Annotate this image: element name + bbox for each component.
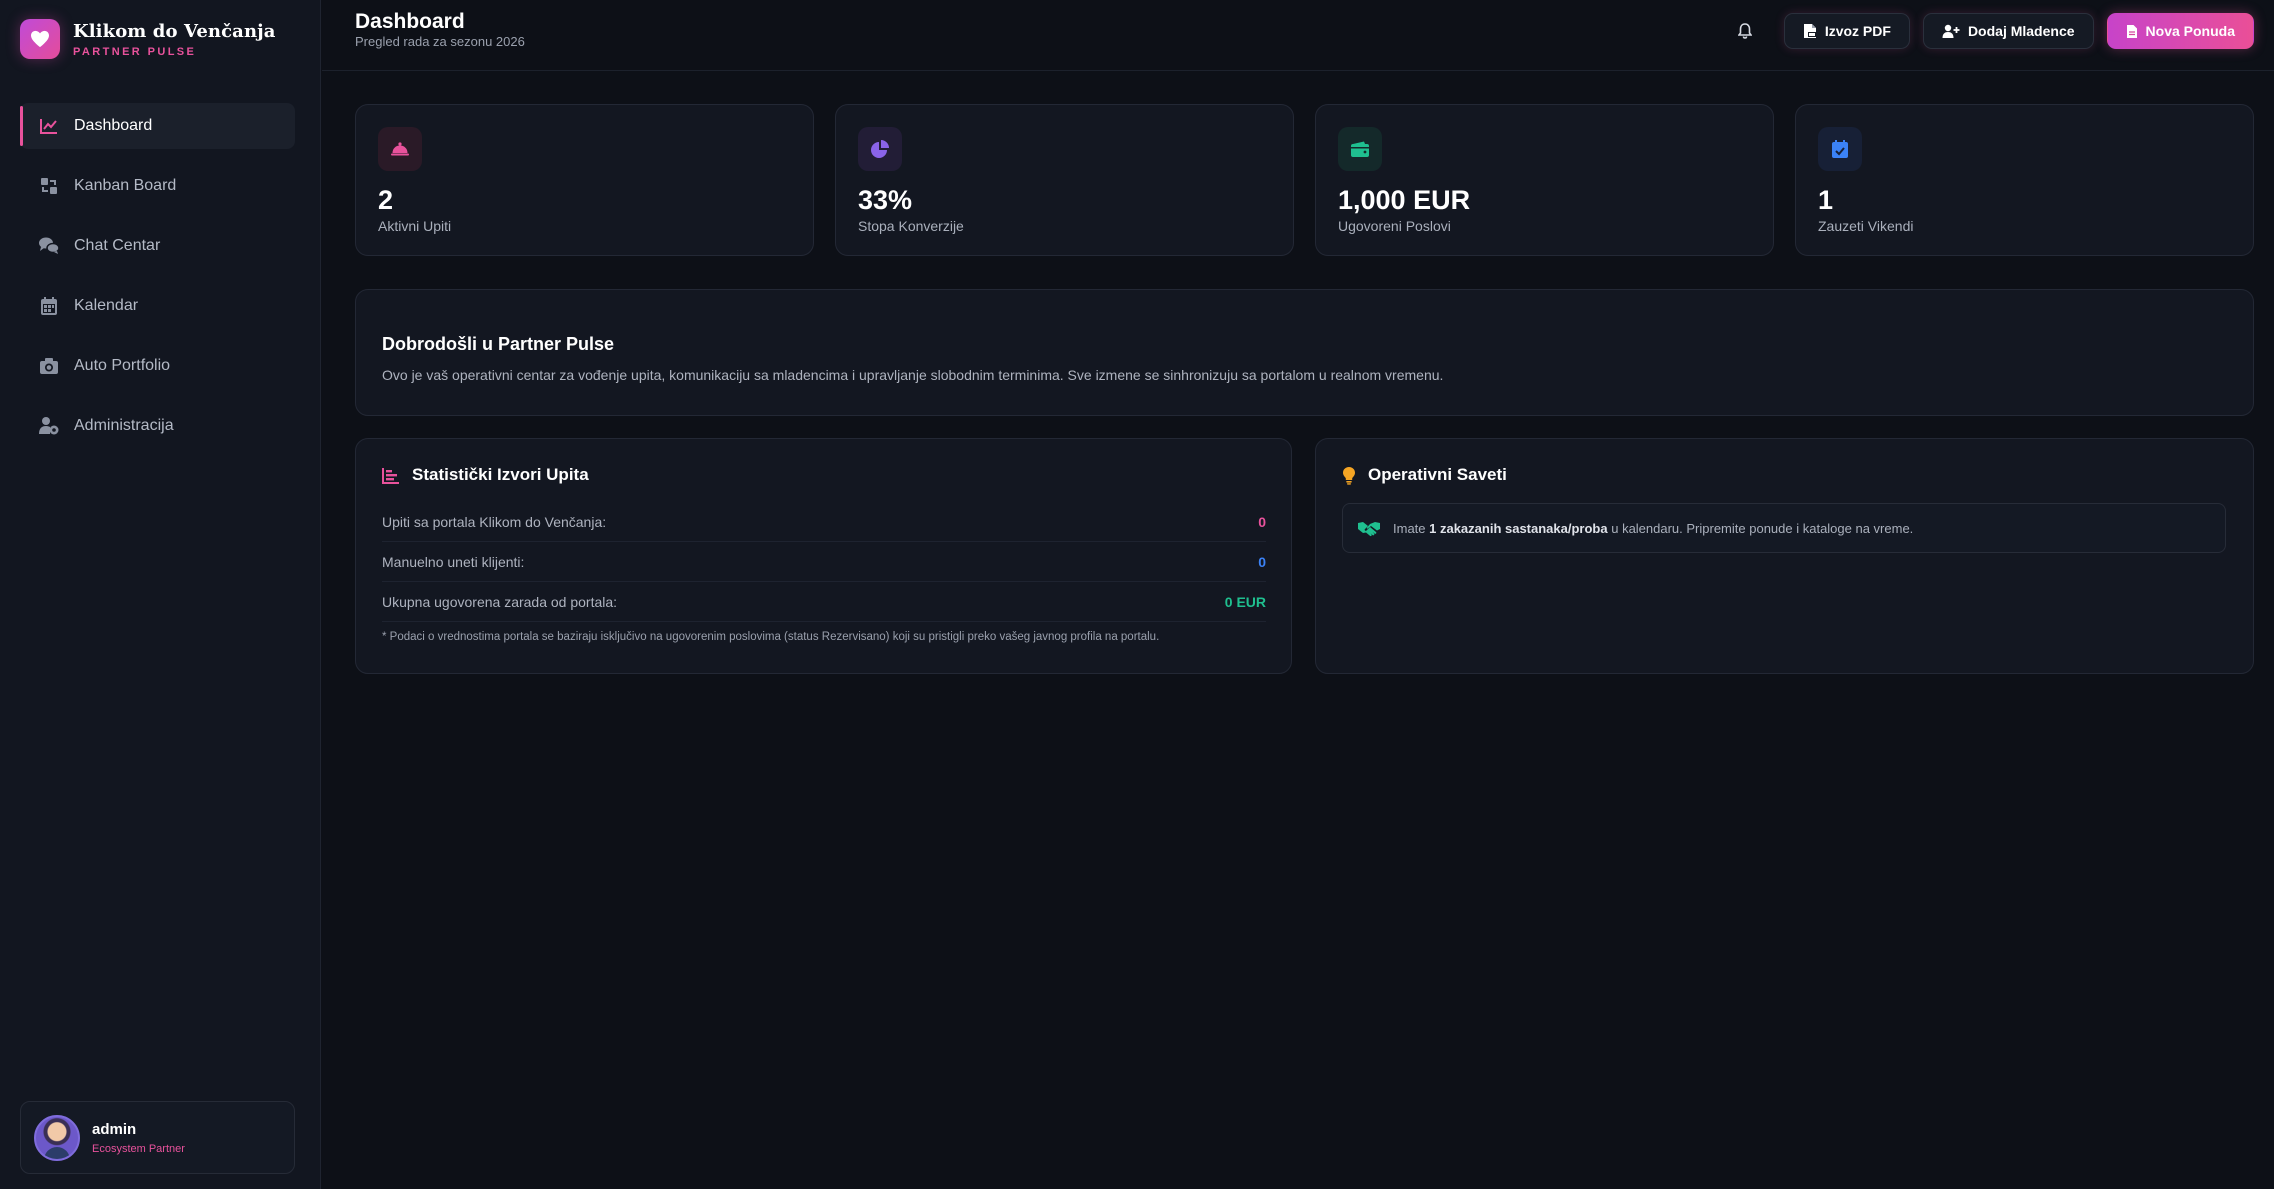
user-plus-icon (1942, 24, 1960, 38)
operational-tips-card: Operativni Saveti Imate 1 zakazanih sast… (1315, 438, 2254, 674)
camera-icon (38, 355, 60, 377)
new-offer-button[interactable]: Nova Ponuda (2106, 13, 2254, 49)
notification-bell-icon[interactable] (1734, 20, 1756, 42)
bar-chart-icon (382, 467, 399, 484)
lightbulb-icon (1343, 466, 1355, 485)
inquiry-sources-card: Statistički Izvori Upita Upiti sa portal… (355, 438, 1292, 674)
stat-label: Stopa Konverzije (858, 218, 964, 234)
brand-title: Klikom do Venčanja (73, 20, 276, 42)
source-row-earnings: Ukupna ugovorena zarada od portala: 0 EU… (382, 582, 1266, 622)
top-header: Dashboard Pregled rada za sezonu 2026 Iz… (322, 0, 2274, 71)
stat-value: 1 (1818, 185, 1834, 215)
export-pdf-label: Izvoz PDF (1824, 23, 1891, 39)
stat-card-active-inquiries: 2 Aktivni Upiti (355, 104, 814, 256)
user-gear-icon (38, 415, 60, 437)
stat-card-conversion-rate: 33% Stopa Konverzije (835, 104, 1294, 256)
sidebar-item-label: Administracija (74, 417, 174, 434)
file-pdf-icon (1803, 24, 1816, 38)
source-label: Ukupna ugovorena zarada od portala: (382, 593, 618, 610)
sidebar-item-label: Kalendar (74, 297, 139, 314)
welcome-title: Dobrodošli u Partner Pulse (382, 334, 615, 354)
page-title: Dashboard (355, 10, 465, 33)
avatar (34, 1114, 80, 1161)
welcome-text: Ovo je vaš operativni centar za vođenje … (382, 367, 1444, 383)
sidebar-item-kanban[interactable]: Kanban Board (20, 163, 295, 209)
add-couple-label: Dodaj Mladence (1967, 23, 2075, 39)
welcome-card: Dobrodošli u Partner Pulse Ovo je vaš op… (355, 289, 2254, 416)
sidebar-item-calendar[interactable]: Kalendar (20, 283, 295, 329)
export-pdf-button[interactable]: Izvoz PDF (1783, 13, 1910, 49)
user-role: Ecosystem Partner (92, 1142, 185, 1155)
sidebar-nav: Dashboard Kanban Board Chat Centar Kalen… (20, 103, 295, 463)
bell-service-icon (378, 127, 422, 171)
pie-chart-icon (858, 127, 902, 171)
sidebar: Klikom do Venčanja PARTNER PULSE Dashboa… (0, 0, 321, 1189)
sidebar-item-dashboard[interactable]: Dashboard (20, 103, 295, 149)
tip-item: Imate 1 zakazanih sastanaka/proba u kale… (1342, 503, 2226, 553)
sidebar-item-label: Auto Portfolio (74, 357, 171, 374)
source-value: 0 (1258, 513, 1266, 530)
wallet-icon (1338, 127, 1382, 171)
chart-line-icon (38, 115, 60, 137)
source-value: 0 EUR (1224, 593, 1266, 610)
sidebar-item-chat[interactable]: Chat Centar (20, 223, 295, 269)
chat-icon (38, 235, 60, 257)
sidebar-item-label: Chat Centar (74, 237, 161, 254)
stat-card-contracted-deals: 1,000 EUR Ugovoreni Poslovi (1315, 104, 1774, 256)
stat-value: 1,000 EUR (1338, 185, 1471, 215)
stat-value: 2 (378, 185, 394, 215)
source-row-manual: Manuelno uneti klijenti: 0 (382, 542, 1266, 582)
stat-label: Zauzeti Vikendi (1818, 218, 1914, 234)
sidebar-item-admin[interactable]: Administracija (20, 403, 295, 449)
heart-icon (20, 19, 60, 59)
calendar-check-icon (1818, 127, 1862, 171)
stat-card-booked-weekends: 1 Zauzeti Vikendi (1795, 104, 2254, 256)
file-icon (2126, 24, 2137, 38)
source-label: Upiti sa portala Klikom do Venčanja: (382, 513, 607, 530)
sidebar-item-label: Kanban Board (74, 177, 177, 194)
brand-subtitle: PARTNER PULSE (73, 45, 197, 58)
brand[interactable]: Klikom do Venčanja PARTNER PULSE (20, 19, 276, 59)
stat-label: Ugovoreni Poslovi (1338, 218, 1451, 234)
section-title: Operativni Saveti (1342, 465, 1507, 485)
user-name: admin (92, 1120, 137, 1138)
stat-value: 33% (858, 185, 913, 215)
user-profile-card[interactable]: admin Ecosystem Partner (20, 1101, 295, 1174)
page-subtitle: Pregled rada za sezonu 2026 (355, 34, 525, 49)
handshake-icon (1358, 522, 1380, 537)
source-row-portal: Upiti sa portala Klikom do Venčanja: 0 (382, 502, 1266, 542)
sidebar-item-label: Dashboard (74, 117, 153, 134)
tip-text: Imate 1 zakazanih sastanaka/proba u kale… (1393, 520, 1914, 536)
new-offer-label: Nova Ponuda (2145, 23, 2235, 39)
calendar-icon (38, 295, 60, 317)
footnote: * Podaci o vrednostima portala se bazira… (382, 631, 1160, 643)
add-couple-button[interactable]: Dodaj Mladence (1922, 13, 2094, 49)
source-value: 0 (1258, 553, 1266, 570)
section-title: Statistički Izvori Upita (382, 465, 589, 485)
kanban-icon (38, 175, 60, 197)
source-label: Manuelno uneti klijenti: (382, 553, 525, 570)
sidebar-item-portfolio[interactable]: Auto Portfolio (20, 343, 295, 389)
stat-label: Aktivni Upiti (378, 218, 452, 234)
